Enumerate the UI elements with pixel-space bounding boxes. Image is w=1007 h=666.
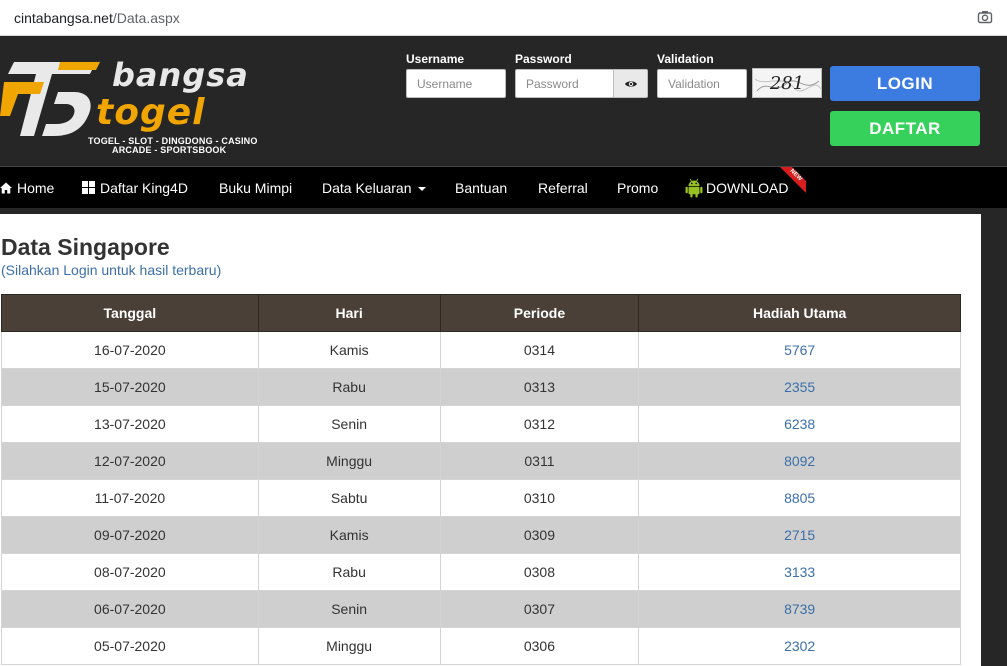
password-input[interactable]	[515, 69, 614, 98]
url-host: cintabangsa.net	[14, 9, 113, 26]
captcha-image: 281	[752, 68, 822, 98]
cell-prize: 2355	[638, 368, 961, 406]
cell-date: 16-07-2020	[1, 331, 259, 369]
nav-promo[interactable]: Promo	[617, 167, 658, 208]
cell-prize: 8092	[638, 442, 961, 480]
nav-data-keluaran-label: Data Keluaran	[322, 179, 412, 196]
cell-day: Kamis	[257, 331, 441, 369]
brand-word-bangsa: bangsa	[112, 56, 249, 94]
cell-date: 08-07-2020	[1, 553, 259, 591]
cell-day: Senin	[257, 590, 441, 628]
table-row: 06-07-2020 Senin 0307 8739	[1, 590, 961, 628]
nav-home[interactable]: Home	[0, 167, 54, 208]
register-button[interactable]: DAFTAR	[830, 111, 980, 146]
nav-bantuan-label: Bantuan	[455, 179, 508, 196]
column-header-periode: Periode	[439, 294, 640, 332]
cell-date: 15-07-2020	[1, 368, 259, 406]
results-table: Tanggal Hari Periode Hadiah Utama 16-07-…	[1, 294, 961, 665]
cell-period: 0311	[439, 442, 640, 480]
cell-prize: 6238	[638, 405, 961, 443]
nav-buku-mimpi-label: Buku Mimpi	[219, 179, 293, 196]
cell-prize: 2302	[638, 627, 961, 665]
nav-daftar-king4d[interactable]: Daftar King4D	[82, 167, 188, 208]
cell-period: 0306	[439, 627, 640, 665]
eye-icon	[624, 80, 637, 87]
cell-day: Senin	[257, 405, 441, 443]
cell-period: 0314	[439, 331, 640, 369]
cell-period: 0312	[439, 405, 640, 443]
nav-daftar-king4d-label: Daftar King4D	[100, 179, 188, 196]
validation-input[interactable]	[657, 69, 747, 98]
cell-date: 05-07-2020	[1, 627, 259, 665]
cell-date: 06-07-2020	[1, 590, 259, 628]
home-icon	[0, 182, 12, 194]
cell-period: 0308	[439, 553, 640, 591]
windows-icon	[82, 181, 95, 194]
cell-date: 12-07-2020	[1, 442, 259, 480]
table-row: 11-07-2020 Sabtu 0310 8805	[1, 479, 961, 517]
address-bar[interactable]: cintabangsa.net/Data.aspx	[0, 0, 1007, 36]
username-label: Username	[406, 52, 465, 66]
nav-download[interactable]: DOWNLOAD	[685, 167, 788, 208]
show-password-button[interactable]	[613, 69, 648, 98]
table-row: 09-07-2020 Kamis 0309 2715	[1, 516, 961, 554]
nav-data-keluaran[interactable]: Data Keluaran	[322, 167, 426, 208]
cell-period: 0313	[439, 368, 640, 406]
cell-day: Minggu	[257, 627, 441, 665]
url-path: /Data.aspx	[112, 9, 180, 26]
nav-buku-mimpi[interactable]: Buku Mimpi	[219, 167, 292, 208]
chevron-down-icon	[417, 186, 426, 191]
table-header-row: Tanggal Hari Periode Hadiah Utama	[1, 294, 961, 332]
cell-day: Rabu	[257, 553, 441, 591]
nav-referral[interactable]: Referral	[538, 167, 588, 208]
table-row: 05-07-2020 Minggu 0306 2302	[1, 627, 961, 665]
nav-promo-label: Promo	[617, 179, 659, 196]
nav-bantuan[interactable]: Bantuan	[455, 167, 507, 208]
brand-tagline-2: ARCADE - SPORTSBOOK	[112, 145, 227, 155]
cell-prize: 2715	[638, 516, 961, 554]
cell-day: Minggu	[257, 442, 441, 480]
cell-date: 13-07-2020	[1, 405, 259, 443]
cell-prize: 3133	[638, 553, 961, 591]
cell-period: 0309	[439, 516, 640, 554]
site-header: bangsa togel TOGEL - SLOT - DINGDONG - C…	[0, 36, 1007, 166]
brand-word-togel: togel	[96, 92, 206, 133]
login-notice-link[interactable]: (Silahkan Login untuk hasil terbaru)	[1, 262, 221, 278]
cell-prize: 8739	[638, 590, 961, 628]
page-title: Data Singapore	[1, 234, 170, 260]
android-icon	[685, 178, 703, 198]
validation-label: Validation	[657, 52, 714, 66]
table-row: 16-07-2020 Kamis 0314 5767	[1, 331, 961, 369]
column-header-tanggal: Tanggal	[1, 294, 259, 332]
table-row: 08-07-2020 Rabu 0308 3133	[1, 553, 961, 591]
cell-period: 0307	[439, 590, 640, 628]
cell-date: 11-07-2020	[1, 479, 259, 517]
column-header-hadiah-utama: Hadiah Utama	[638, 294, 961, 332]
main-content: Data Singapore (Silahkan Login untuk has…	[0, 214, 981, 666]
cell-date: 09-07-2020	[1, 516, 259, 554]
new-badge: NEW	[780, 167, 806, 193]
cell-period: 0310	[439, 479, 640, 517]
cell-day: Kamis	[257, 516, 441, 554]
nav-download-label: DOWNLOAD	[706, 179, 789, 196]
cell-day: Sabtu	[257, 479, 441, 517]
username-input[interactable]	[406, 69, 506, 98]
column-header-hari: Hari	[257, 294, 441, 332]
camera-icon[interactable]	[977, 9, 993, 25]
login-button[interactable]: LOGIN	[830, 66, 980, 101]
table-row: 12-07-2020 Minggu 0311 8092	[1, 442, 961, 480]
cell-prize: 5767	[638, 331, 961, 369]
nav-referral-label: Referral	[538, 179, 588, 196]
logo-mark-icon	[0, 62, 100, 136]
table-row: 13-07-2020 Senin 0312 6238	[1, 405, 961, 443]
cell-day: Rabu	[257, 368, 441, 406]
captcha-text: 281	[769, 72, 805, 94]
main-nav: Home Daftar King4D Buku Mimpi Data Kelua…	[0, 166, 1007, 208]
table-row: 15-07-2020 Rabu 0313 2355	[1, 368, 961, 406]
nav-home-label: Home	[17, 179, 55, 196]
brand-logo[interactable]: bangsa togel TOGEL - SLOT - DINGDONG - C…	[0, 50, 270, 160]
password-label: Password	[515, 52, 572, 66]
cell-prize: 8805	[638, 479, 961, 517]
